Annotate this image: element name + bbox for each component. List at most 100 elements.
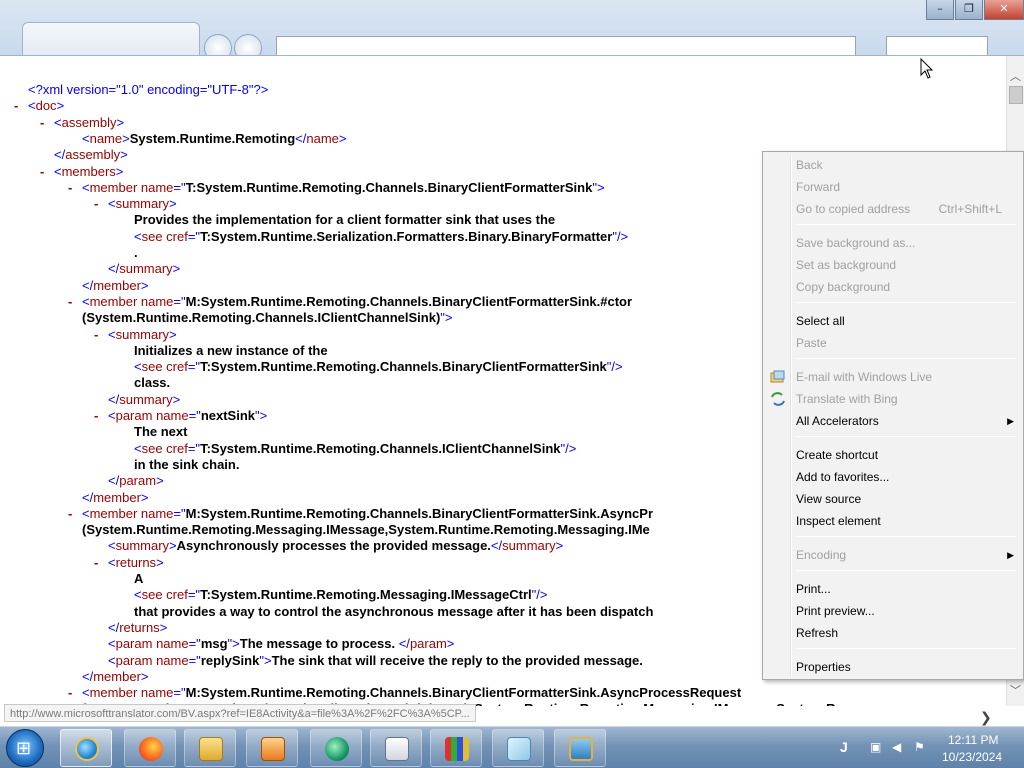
collapse-toggle[interactable]: - <box>94 327 108 343</box>
menu-shortcut: Ctrl+Shift+L <box>938 202 1002 216</box>
xml-token: > <box>169 538 177 554</box>
menu-save-background[interactable]: Save background as... <box>766 232 1020 254</box>
xml-token: msg <box>200 636 228 652</box>
menu-print[interactable]: Print... <box>766 578 1020 600</box>
taskbar-app-chart[interactable] <box>430 729 482 767</box>
search-box[interactable] <box>886 36 988 55</box>
clock-time[interactable]: 12:11 PM <box>948 733 998 747</box>
menu-go-to-copied-address[interactable]: Go to copied address Ctrl+Shift+L <box>766 198 1020 220</box>
menu-copy-background[interactable]: Copy background <box>766 276 1020 298</box>
menu-back[interactable]: Back <box>766 154 1020 176</box>
address-bar[interactable] <box>276 36 856 55</box>
menu-paste[interactable]: Paste <box>766 332 1020 354</box>
menu-refresh[interactable]: Refresh <box>766 622 1020 644</box>
taskbar-media-player[interactable] <box>246 729 298 767</box>
menu-label: Add to favorites... <box>796 470 890 484</box>
menu-select-all[interactable]: Select all <box>766 310 1020 332</box>
system-tray: J ▣ ◀ ⚑ 12:11 PM 10/23/2024 <box>836 727 1024 768</box>
xml-token: summary <box>115 196 170 212</box>
collapse-toggle[interactable]: - <box>68 685 82 701</box>
xml-token: < <box>82 293 90 309</box>
menu-inspect-element[interactable]: Inspect element <box>766 510 1020 532</box>
xml-token: name <box>89 130 123 146</box>
xml-line: </member> <box>82 278 149 294</box>
clock-date[interactable]: 10/23/2024 <box>942 750 1002 764</box>
taskbar-explorer[interactable] <box>184 729 236 767</box>
volume-icon[interactable]: ◀ <box>892 740 901 754</box>
xml-token: "> <box>592 179 605 195</box>
close-button[interactable]: ✕ <box>984 0 1024 20</box>
ime-indicator[interactable]: J <box>840 739 848 755</box>
collapse-toggle[interactable]: - <box>68 294 82 310</box>
taskbar-app-notepad[interactable] <box>492 729 544 767</box>
xml-token: name <box>156 408 189 423</box>
xml-line: <?xml version="1.0" encoding="UTF-8"?> <box>28 82 268 98</box>
flag-icon[interactable]: ⚑ <box>914 740 925 754</box>
xml-token: member <box>89 179 141 195</box>
menu-email-windows-live[interactable]: E-mail with Windows Live <box>766 366 1020 388</box>
xml-token: </ <box>108 473 120 489</box>
xml-token: The next <box>134 424 188 440</box>
taskbar-app-box[interactable] <box>370 729 422 767</box>
xml-token: < <box>108 652 116 668</box>
menu-properties[interactable]: Properties <box>766 656 1020 678</box>
xml-line: <see cref="T:System.Runtime.Remoting.Mes… <box>134 587 547 603</box>
minimize-button[interactable]: – <box>926 0 954 20</box>
menu-forward[interactable]: Forward <box>766 176 1020 198</box>
restore-button[interactable]: ❐ <box>955 0 983 20</box>
start-button[interactable]: ⊞ <box>6 729 44 767</box>
scroll-right-icon[interactable]: ❯ <box>980 710 992 726</box>
scroll-down-icon[interactable]: ﹀ <box>1010 682 1021 698</box>
menu-translate-bing[interactable]: Translate with Bing <box>766 388 1020 410</box>
xml-line: Provides the implementation for a client… <box>134 212 555 228</box>
scroll-up-icon[interactable]: ︿ <box>1010 68 1021 84</box>
collapse-toggle[interactable]: - <box>68 506 82 522</box>
xml-token: doc <box>35 98 57 114</box>
xml-token: param <box>115 408 157 423</box>
scroll-thumb[interactable] <box>1009 86 1023 104</box>
xml-line: <param name="msg">The message to process… <box>108 636 454 652</box>
xml-token: > <box>446 636 455 652</box>
menu-label: Select all <box>796 314 845 328</box>
menu-print-preview[interactable]: Print preview... <box>766 600 1020 622</box>
menu-add-to-favorites[interactable]: Add to favorites... <box>766 466 1020 488</box>
collapse-toggle[interactable]: - <box>14 98 28 114</box>
collapse-toggle[interactable]: - <box>40 115 54 131</box>
xml-token: cref <box>166 440 188 456</box>
menu-encoding[interactable]: Encoding ▶ <box>766 544 1020 566</box>
xml-line: - <summary> <box>94 196 177 212</box>
xml-token: in the sink chain. <box>134 456 240 472</box>
xml-token: < <box>108 554 116 570</box>
xml-line: A <box>134 571 143 587</box>
xml-token: T:System.Runtime.Serialization.Formatter… <box>200 228 613 244</box>
taskbar-app-paint[interactable] <box>554 729 606 767</box>
xml-token: member <box>89 505 141 521</box>
menu-set-as-background[interactable]: Set as background <box>766 254 1020 276</box>
xml-line: </member> <box>82 490 149 506</box>
forward-nav-icon[interactable] <box>234 34 262 55</box>
collapse-toggle[interactable]: - <box>40 164 54 180</box>
network-icon[interactable]: ▣ <box>870 740 881 754</box>
taskbar-internet-explorer[interactable] <box>60 729 112 767</box>
xml-line: </summary> <box>108 392 180 408</box>
xml-token: member <box>93 489 141 505</box>
xml-token: cref <box>166 228 188 244</box>
menu-all-accelerators[interactable]: All Accelerators ▶ <box>766 410 1020 432</box>
collapse-toggle[interactable]: - <box>68 180 82 196</box>
xml-token: "> <box>255 408 268 423</box>
collapse-toggle[interactable]: - <box>94 555 108 571</box>
taskbar-app-green[interactable] <box>310 729 362 767</box>
menu-label: View source <box>796 492 862 506</box>
collapse-toggle[interactable]: - <box>94 196 108 212</box>
xml-token: The sink that will receive the reply to … <box>271 652 643 668</box>
browser-tab[interactable] <box>22 22 200 55</box>
xml-token: </ <box>108 619 120 635</box>
collapse-toggle[interactable]: - <box>94 408 108 424</box>
xml-token: Initializes a new instance of the <box>134 342 328 358</box>
xml-token: =" <box>173 685 186 701</box>
menu-create-shortcut[interactable]: Create shortcut <box>766 444 1020 466</box>
taskbar-firefox[interactable] <box>124 729 176 767</box>
back-nav-icon[interactable] <box>204 34 232 55</box>
xml-token: < <box>82 685 90 701</box>
menu-view-source[interactable]: View source <box>766 488 1020 510</box>
